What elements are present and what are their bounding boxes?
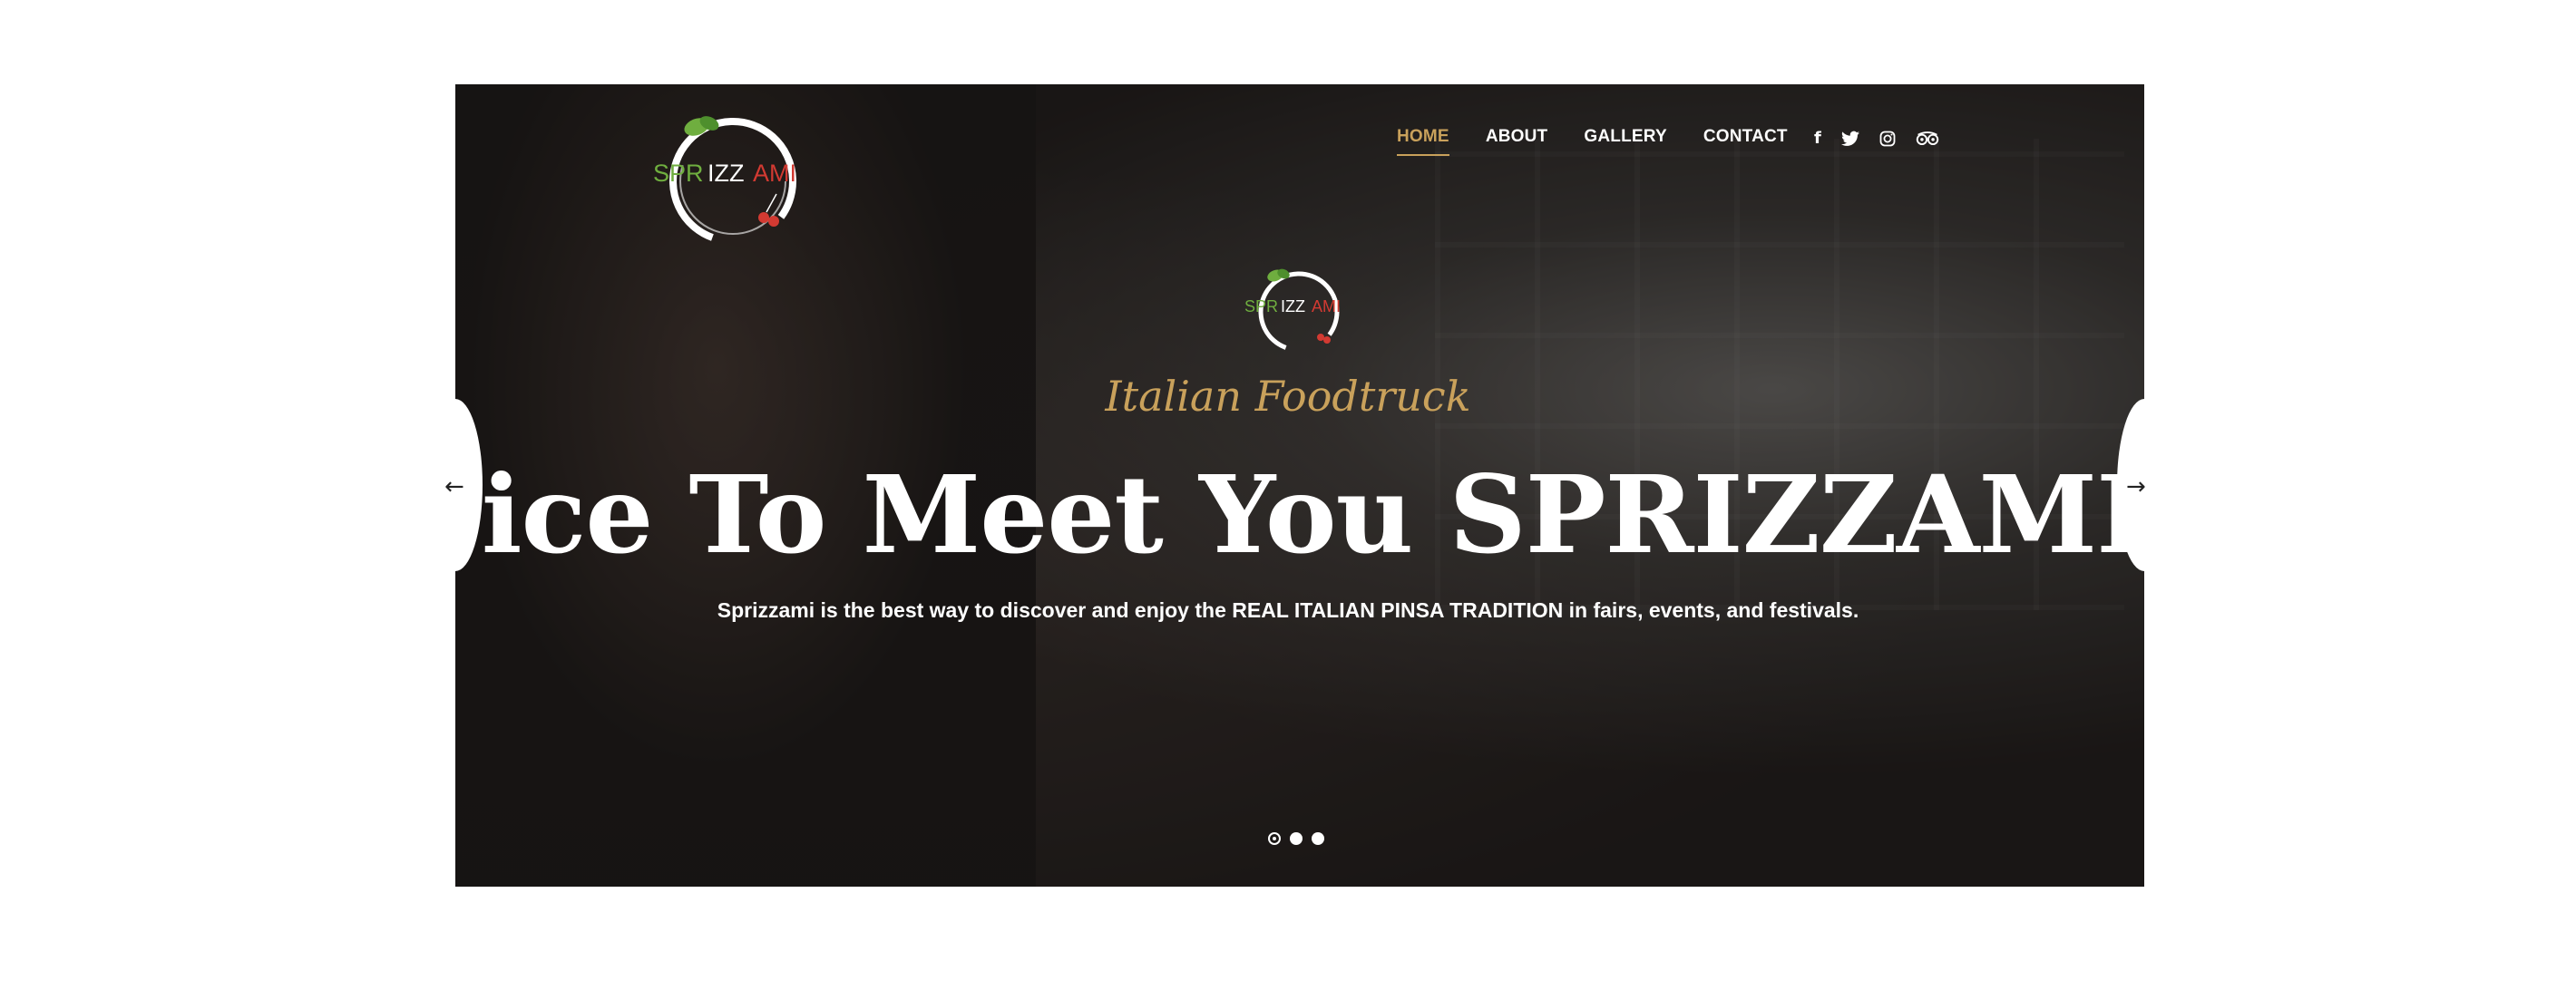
prev-slide-arrow-icon[interactable]: ←	[444, 473, 464, 500]
slide-dot-2[interactable]	[1290, 832, 1303, 845]
nav-about-link[interactable]: ABOUT	[1486, 127, 1548, 156]
nav-gallery-link[interactable]: GALLERY	[1584, 127, 1666, 156]
social-links: f	[1814, 129, 1939, 148]
tripadvisor-icon[interactable]	[1916, 131, 1939, 147]
facebook-icon[interactable]: f	[1814, 129, 1821, 148]
hero-subtitle: Italian Foodtruck	[1105, 372, 1471, 421]
next-slide-arrow-icon[interactable]: →	[2126, 473, 2146, 500]
slide-dot-1[interactable]	[1268, 832, 1281, 845]
site-logo[interactable]: SPR IZZ AMI	[653, 111, 807, 247]
svg-text:IZZ: IZZ	[1281, 297, 1305, 315]
svg-text:AMI: AMI	[753, 160, 796, 187]
svg-text:SPR: SPR	[653, 160, 704, 187]
instagram-icon[interactable]	[1879, 131, 1896, 147]
slide-dot-3[interactable]	[1312, 832, 1324, 845]
hero-logo: SPR IZZ AMI	[1244, 268, 1341, 353]
hero-headline: Nice To Meet You SPRIZZAMI!	[384, 451, 2192, 578]
svg-text:IZZ: IZZ	[707, 160, 745, 187]
twitter-icon[interactable]	[1840, 131, 1859, 147]
hero-description: Sprizzami is the best way to discover an…	[717, 598, 1859, 622]
svg-text:AMI: AMI	[1312, 297, 1341, 315]
nav-contact-link[interactable]: CONTACT	[1703, 127, 1788, 156]
slider-pagination	[1268, 832, 1324, 845]
svg-text:SPR: SPR	[1244, 297, 1278, 315]
main-nav: HOME ABOUT GALLERY CONTACT	[1397, 127, 1788, 156]
nav-home-link[interactable]: HOME	[1397, 127, 1449, 156]
